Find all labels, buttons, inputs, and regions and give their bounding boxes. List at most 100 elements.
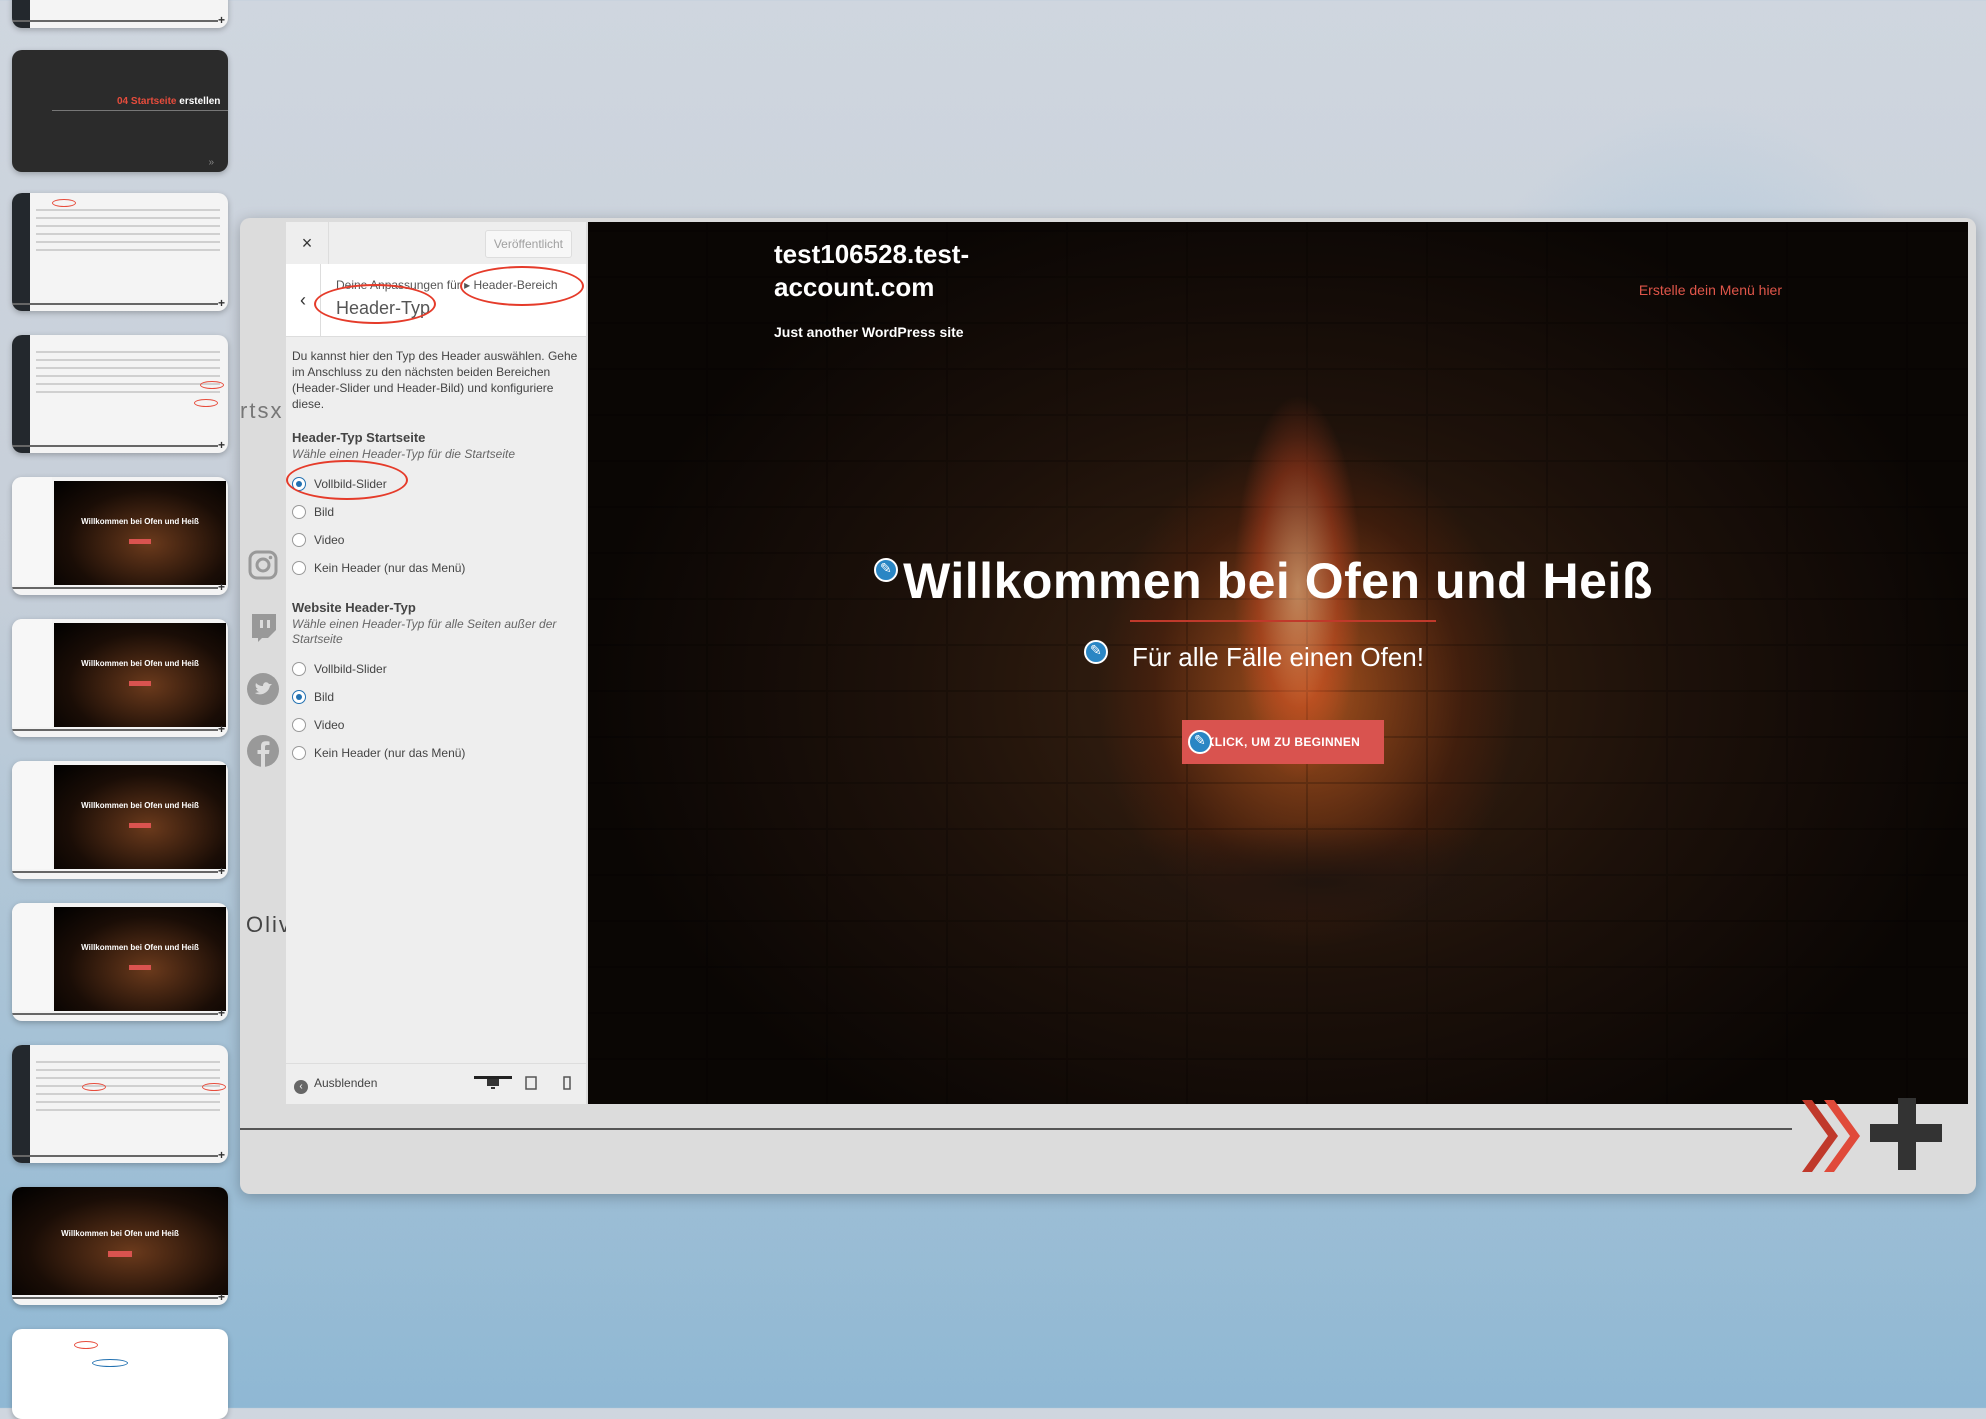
thumbnail-slide-8[interactable]: Willkommen bei Ofen und Heiß + [12,903,228,1021]
hide-controls-button[interactable]: ‹ Ausblenden [294,1076,377,1094]
thumbnail-slide-4[interactable]: + [12,335,228,453]
mobile-icon[interactable] [560,1076,574,1090]
double-chevron-icon [1802,1100,1860,1172]
thumbnail-slide-6[interactable]: Willkommen bei Ofen und Heiß + [12,619,228,737]
site-preview: test106528.test-account.com Just another… [588,222,1968,1104]
thumb-panel [12,903,52,1011]
collapse-icon: ‹ [294,1080,308,1094]
site-title[interactable]: test106528.test-account.com [774,238,1014,304]
customizer-topbar: × Veröffentlicht [286,222,586,265]
radio-button[interactable] [292,690,306,704]
close-button[interactable]: × [286,222,329,264]
thumb-sidebar [12,1045,30,1163]
thumbnail-slide-7[interactable]: Willkommen bei Ofen und Heiß + [12,761,228,879]
radio-label: Vollbild-Slider [314,662,387,676]
menu-placeholder-link[interactable]: Erstelle dein Menü hier [1639,282,1782,298]
thumb-chevron-icon: » [208,157,214,168]
thumb-bar [12,587,218,589]
publish-button[interactable]: Veröffentlicht [484,230,572,258]
thumb-bar [12,445,218,447]
slide-divider [240,1128,1792,1130]
thumb-marker [202,1083,226,1091]
radio-startseite-video[interactable]: Video [292,526,580,554]
thumbnail-slide-9[interactable]: + [12,1045,228,1163]
radio-button[interactable] [292,746,306,760]
thumb-hero-button [129,965,151,970]
thumb-hero: Willkommen bei Ofen und Heiß [54,623,226,727]
twitter-icon[interactable] [246,672,280,706]
radio-label: Bild [314,505,335,519]
thumb-plus-icon: + [217,722,225,736]
thumb-title-white: erstellen [179,96,221,107]
radio-button[interactable] [292,718,306,732]
thumb-sidebar [12,335,30,453]
thumbnail-slide-2[interactable]: 04 Startseite erstellen » [12,50,228,172]
thumb-panel [12,477,52,585]
hero-cta-button[interactable]: KLICK, UM ZU BEGINNEN [1182,720,1384,764]
thumb-hero-button [108,1251,132,1257]
thumb-line [52,110,228,111]
thumbnail-slide-5[interactable]: Willkommen bei Ofen und Heiß + [12,477,228,595]
thumb-rows [36,203,220,257]
section-description: Du kannst hier den Typ des Header auswäh… [292,349,578,411]
thumb-hero-title: Willkommen bei Ofen und Heiß [81,943,199,952]
radio-button[interactable] [292,533,306,547]
thumb-hero-button [129,681,151,686]
thumb-plus-icon: + [217,296,225,310]
radio-button[interactable] [292,505,306,519]
thumb-sidebar [12,0,30,28]
radio-button[interactable] [292,662,306,676]
thumb-bar [12,1013,218,1015]
radio-website-video[interactable]: Video [292,711,580,739]
thumb-bar [12,303,218,305]
instagram-icon[interactable] [246,548,280,582]
radio-website-bild[interactable]: Bild [292,683,580,711]
radio-startseite-bild[interactable]: Bild [292,498,580,526]
thumb-plus-icon: + [217,438,225,452]
radio-website-vollbild-slider[interactable]: Vollbild-Slider [292,655,580,683]
hero-divider [1130,620,1436,622]
facebook-icon[interactable] [246,734,280,768]
group-title-startseite: Header-Typ Startseite [292,430,426,445]
group-subtitle-website: Wähle einen Header-Typ für alle Seiten a… [292,617,557,646]
group-title-website: Website Header-Typ [292,600,416,615]
thumb-panel [12,761,52,869]
thumb-hero: Willkommen bei Ofen und Heiß [54,481,226,585]
thumb-hero-title: Willkommen bei Ofen und Heiß [81,801,199,810]
edit-pencil-icon[interactable] [1188,730,1212,754]
thumb-rows [36,345,220,399]
annotation-oval-breadcrumb [460,266,584,306]
hide-label: Ausblenden [314,1076,378,1090]
thumb-bar [12,1297,218,1299]
twitch-icon[interactable] [246,610,280,644]
radio-button[interactable] [292,561,306,575]
thumbnail-slide-1[interactable]: + [12,0,228,28]
thumb-title: 04 Startseite erstellen [117,96,220,107]
thumb-plus-icon: + [217,1148,225,1162]
thumb-bar [12,20,218,22]
thumb-plus-icon: + [217,1006,225,1020]
radio-website-kein-header[interactable]: Kein Header (nur das Menü) [292,739,580,767]
tablet-icon[interactable] [524,1076,538,1090]
hero-title: Willkommen bei Ofen und Heiß [903,553,1653,609]
thumb-bar [12,1155,218,1157]
thumb-hero-title: Willkommen bei Ofen und Heiß [81,517,199,526]
thumbnail-slide-3[interactable]: + [12,193,228,311]
radio-label: Video [314,718,345,732]
thumb-plus-icon: + [217,13,225,27]
thumb-bar [12,871,218,873]
thumb-bar [12,729,218,731]
radio-startseite-kein-header[interactable]: Kein Header (nur das Menü) [292,554,580,582]
radio-label: Kein Header (nur das Menü) [314,746,466,760]
thumb-hero: Willkommen bei Ofen und Heiß [12,1187,228,1295]
active-device-indicator [474,1076,512,1079]
thumb-hero: Willkommen bei Ofen und Heiß [54,765,226,869]
thumbnail-slide-11[interactable] [12,1329,228,1419]
thumbnail-slide-10[interactable]: Willkommen bei Ofen und Heiß + [12,1187,228,1305]
thumb-title-red: 04 Startseite [117,96,177,107]
slide-thumbnails: + 04 Startseite erstellen » + + Willkomm… [12,0,228,1419]
thumb-plus-icon: + [217,1290,225,1304]
thumb-sidebar [12,193,30,311]
site-tagline: Just another WordPress site [774,324,964,340]
